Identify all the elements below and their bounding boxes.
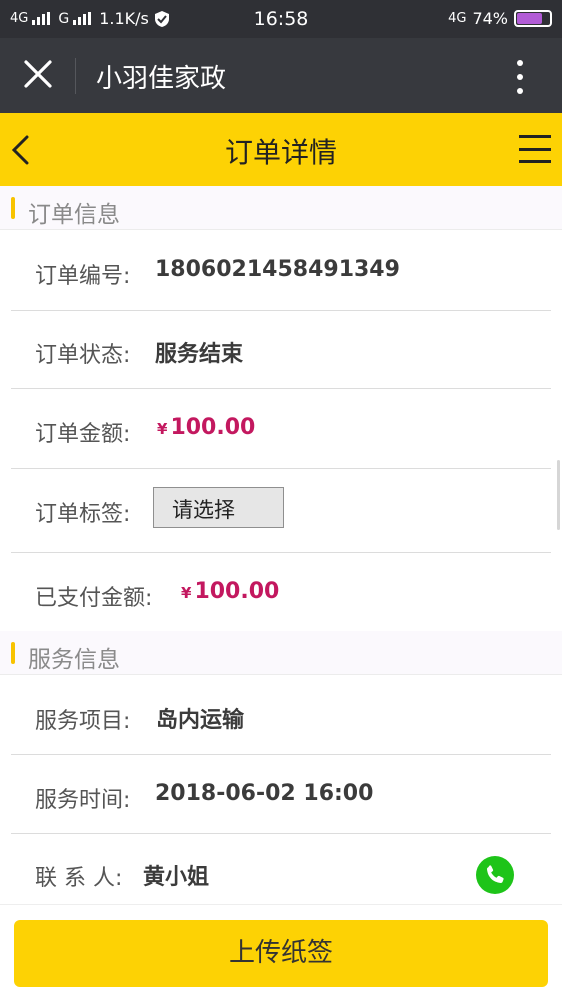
paid-amount-value: ¥100.00 [181,579,279,604]
section-title: 服务信息 [28,647,120,673]
bottom-action-bar: 上传纸签 [0,904,562,1000]
page-title: 订单详情 [224,136,337,169]
service-time-value: 2018-06-02 16:00 [155,781,374,806]
order-amount-value: ¥100.00 [157,415,255,440]
order-status-value: 服务结束 [155,342,244,367]
wechat-page-title: 小羽佳家政 [96,64,227,94]
row-order-status: 订单状态: 服务结束 [0,311,562,389]
row-paid-amount: 已支付金额: ¥100.00 [0,553,562,631]
row-label: 订单标签: [35,502,131,527]
row-label: 订单状态: [35,343,131,368]
row-order-number: 订单编号: 1806021458491349 [0,231,562,311]
section-accent-bar [11,197,15,219]
section-accent-bar [11,642,15,664]
battery-icon [514,10,552,27]
order-tag-select[interactable]: 请选择 [153,487,284,528]
section-title: 订单信息 [28,202,120,228]
hamburger-menu-icon[interactable] [519,135,551,163]
row-label: 服务项目: [35,709,131,734]
network-label-right: 4G [448,11,467,26]
upload-paper-sign-button[interactable]: 上传纸签 [14,920,548,987]
close-icon[interactable] [22,58,54,90]
wechat-title-bar: 小羽佳家政 [0,38,562,113]
row-label: 订单编号: [35,264,131,289]
amount-number: 100.00 [170,415,256,440]
title-separator [75,58,76,94]
service-item-value: 岛内运输 [156,708,245,733]
order-number-value: 1806021458491349 [155,257,400,282]
currency-symbol: ¥ [157,420,168,438]
row-label: 订单金额: [35,422,131,447]
more-vertical-icon[interactable] [516,60,524,94]
status-bar: 4G G 1.1K/s 16:58 4G 74% [0,0,562,38]
section-header-order: 订单信息 [0,186,562,230]
scrollbar-thumb[interactable] [557,460,560,530]
status-right: 4G 74% [448,9,552,28]
row-order-amount: 订单金额: ¥100.00 [0,389,562,469]
app-header: 订单详情 [0,113,562,186]
currency-symbol: ¥ [181,584,192,602]
phone-icon[interactable] [476,856,514,894]
row-label: 已支付金额: [35,586,153,611]
amount-number: 100.00 [194,579,280,604]
section-header-service: 服务信息 [0,631,562,675]
row-service-item: 服务项目: 岛内运输 [0,676,562,755]
row-label: 联 系 人: [35,866,123,891]
row-service-time: 服务时间: 2018-06-02 16:00 [0,755,562,834]
row-label: 服务时间: [35,788,131,813]
contact-name-value: 黄小姐 [143,865,210,890]
battery-percent: 74% [472,9,508,28]
